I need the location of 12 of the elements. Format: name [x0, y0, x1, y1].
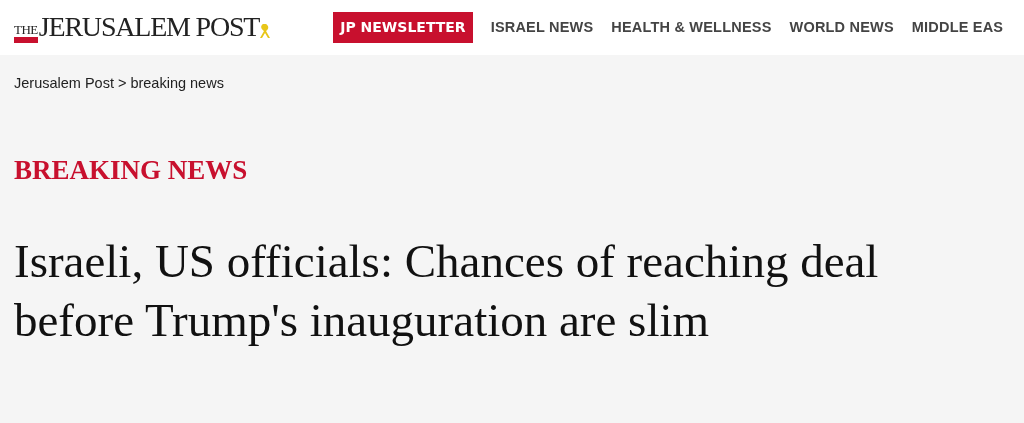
breadcrumb-link[interactable]: breaking news	[130, 73, 224, 95]
newsletter-button[interactable]: JP NEWSLETTER	[333, 12, 473, 43]
site-logo[interactable]: THEJERUSALEM POST	[14, 12, 260, 43]
nav-link[interactable]: WORLD NEWS	[789, 16, 894, 39]
headline: Israeli, US officials: Chances of reaching deal before Trump's inauguration are slim	[13, 233, 880, 348]
ribbon-icon	[259, 22, 272, 39]
breadcrumb-link[interactable]: Jerusalem Post	[14, 73, 114, 95]
nav-link[interactable]: MIDDLE EAS	[911, 16, 1004, 39]
breadcrumb-separator: >	[117, 74, 127, 93]
nav-link[interactable]: ISRAEL NEWS	[490, 16, 594, 39]
nav-link[interactable]: HEALTH & WELLNESS	[611, 16, 772, 39]
section-label: BREAKING NEWS	[13, 153, 249, 184]
